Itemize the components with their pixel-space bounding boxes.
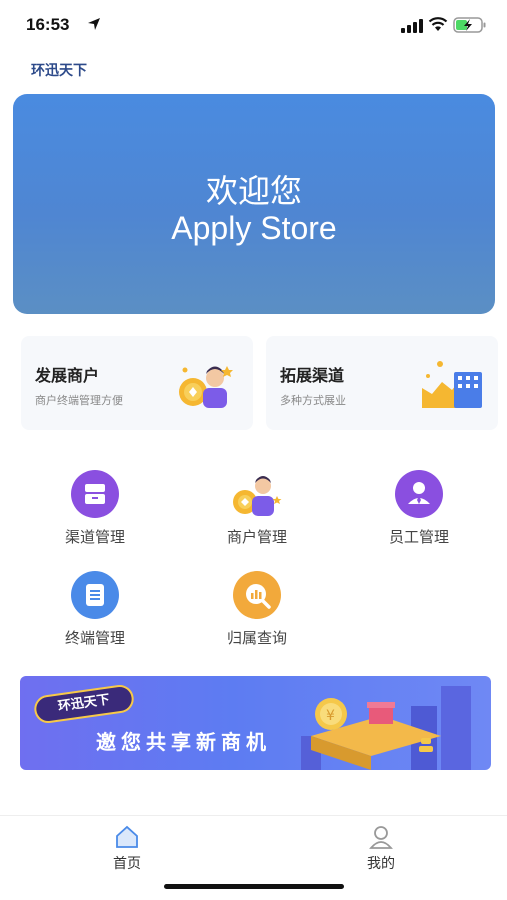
search-chart-icon xyxy=(233,571,281,619)
location-arrow-icon xyxy=(88,18,100,30)
employee-icon xyxy=(395,470,443,518)
menu-item-ownership-query[interactable]: 归属查询 xyxy=(192,571,322,648)
welcome-text: 欢迎您 xyxy=(205,172,302,210)
drawer-icon xyxy=(71,470,119,518)
document-icon xyxy=(71,571,119,619)
card-title: 拓展渠道 xyxy=(280,366,345,385)
develop-merchant-card[interactable]: 发展商户 商户终端管理方便 xyxy=(21,336,253,430)
signal-icon xyxy=(401,19,423,33)
app-title: 环迅天下 xyxy=(31,63,87,79)
promo-badge: 环迅天下 xyxy=(32,683,136,725)
home-indicator xyxy=(164,884,344,889)
status-bar: 16:53 xyxy=(0,0,507,50)
tab-mine[interactable]: 我的 xyxy=(341,824,421,873)
promo-text: 邀您共享新商机 xyxy=(96,730,271,754)
promo-banner[interactable]: 环迅天下 邀您共享新商机 ¥ xyxy=(20,676,491,770)
business-city-illustration-icon: ¥ xyxy=(301,686,471,770)
menu-item-label: 终端管理 xyxy=(64,629,125,647)
menu-item-terminal-management[interactable]: 终端管理 xyxy=(30,571,160,648)
card-subtitle: 多种方式展业 xyxy=(280,394,346,407)
menu-item-employee-management[interactable]: 员工管理 xyxy=(354,470,484,547)
svg-text:¥: ¥ xyxy=(326,708,335,724)
merchant-person-icon xyxy=(233,476,282,516)
merchant-illustration-icon xyxy=(179,366,233,408)
welcome-banner[interactable]: 欢迎您 Apply Store xyxy=(13,94,495,314)
channel-chart-illustration-icon xyxy=(422,361,482,408)
wifi-icon xyxy=(428,17,448,31)
store-name: Apply Store xyxy=(171,210,337,246)
menu-item-label: 归属查询 xyxy=(226,629,287,647)
user-icon xyxy=(369,826,393,849)
menu-item-label: 渠道管理 xyxy=(64,528,125,546)
tab-home[interactable]: 首页 xyxy=(87,824,167,873)
menu-item-label: 员工管理 xyxy=(388,528,449,546)
expand-channel-card[interactable]: 拓展渠道 多种方式展业 xyxy=(266,336,498,430)
status-time: 16:53 xyxy=(26,15,70,34)
card-title: 发展商户 xyxy=(35,366,100,385)
tab-home-label: 首页 xyxy=(113,856,141,872)
card-subtitle: 商户终端管理方便 xyxy=(35,394,123,407)
menu-item-label: 商户管理 xyxy=(226,528,287,546)
battery-charging-icon xyxy=(453,17,486,33)
menu-item-merchant-management[interactable]: 商户管理 xyxy=(192,470,322,547)
tab-mine-label: 我的 xyxy=(367,856,395,872)
home-icon xyxy=(116,825,138,848)
menu-item-channel-management[interactable]: 渠道管理 xyxy=(30,470,160,547)
